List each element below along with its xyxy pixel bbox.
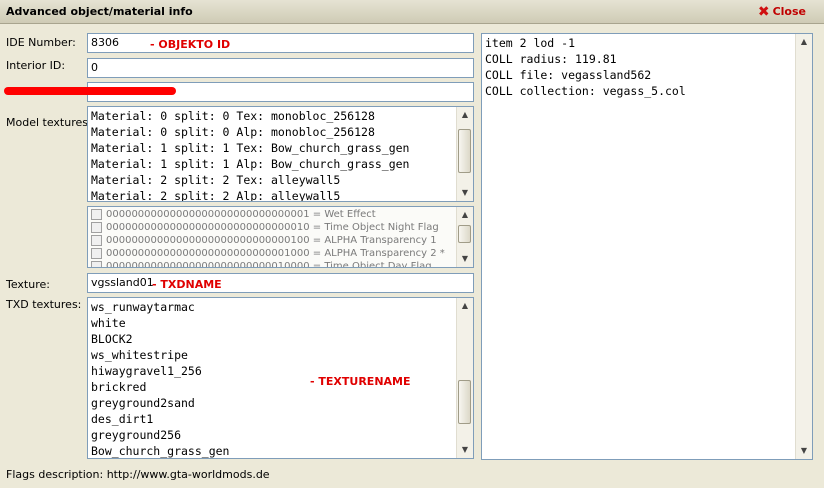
flag-label: 00000000000000000000000000010000 = Time … bbox=[106, 261, 432, 268]
flag-item[interactable]: 00000000000000000000000000000010 = Time … bbox=[88, 221, 473, 234]
model-textures-scrollbar[interactable]: ▲ ▼ bbox=[456, 107, 473, 201]
scroll-down-icon[interactable]: ▼ bbox=[796, 444, 812, 458]
model-texture-item: Material: 0 split: 0 Alp: monobloc_25612… bbox=[91, 125, 375, 139]
txd-textures-label: TXD textures: bbox=[6, 298, 82, 311]
flag-label: 00000000000000000000000000001000 = ALPHA… bbox=[106, 248, 445, 259]
model-textures-list[interactable]: Material: 0 split: 0 Tex: monobloc_25612… bbox=[87, 106, 474, 202]
model-texture-item: Material: 1 split: 1 Tex: Bow_church_gra… bbox=[91, 141, 410, 155]
info-content: item 2 lod -1 COLL radius: 119.81 COLL fil… bbox=[482, 34, 812, 100]
scroll-down-icon[interactable]: ▼ bbox=[457, 186, 473, 200]
texture-label: Texture: bbox=[6, 278, 50, 291]
scroll-down-icon[interactable]: ▼ bbox=[457, 252, 473, 266]
texturename-annotation: - TEXTURENAME bbox=[310, 375, 411, 388]
flags-list[interactable]: 00000000000000000000000000000001 = Wet E… bbox=[87, 206, 474, 268]
flag-checkbox[interactable] bbox=[91, 248, 102, 259]
scroll-down-icon[interactable]: ▼ bbox=[457, 443, 473, 457]
txd-texture-item: brickred bbox=[91, 380, 147, 394]
scroll-thumb[interactable] bbox=[458, 380, 471, 424]
texture-value: vgssland01 bbox=[91, 276, 154, 289]
txd-texture-item: BLOCK2 bbox=[91, 332, 133, 346]
title-bar: Advanced object/material info ✖ Close bbox=[0, 0, 824, 24]
flag-item[interactable]: 00000000000000000000000000000001 = Wet E… bbox=[88, 208, 473, 221]
txd-texture-item: greyground2sand bbox=[91, 396, 195, 410]
model-textures-content: Material: 0 split: 0 Tex: monobloc_25612… bbox=[88, 107, 473, 202]
scroll-up-icon[interactable]: ▲ bbox=[457, 108, 473, 122]
txd-texture-item: des_dirt1 bbox=[91, 412, 154, 426]
info-line: COLL radius: 119.81 bbox=[485, 52, 617, 66]
interior-id-value: 0 bbox=[91, 61, 98, 74]
txd-textures-content: ws_runwaytarmacwhite BLOCK2 ws_whitestripe… bbox=[88, 298, 473, 458]
close-label: Close bbox=[772, 5, 806, 18]
ide-number-label: IDE Number: bbox=[6, 36, 76, 49]
close-icon: ✖ bbox=[757, 3, 770, 20]
flag-checkbox[interactable] bbox=[91, 235, 102, 246]
flags-content: 00000000000000000000000000000001 = Wet E… bbox=[88, 207, 473, 268]
interior-id-field[interactable]: 0 bbox=[87, 58, 474, 78]
model-texture-item: Material: 2 split: 2 Tex: alleywall5 bbox=[91, 173, 341, 187]
info-panel[interactable]: item 2 lod -1 COLL radius: 119.81 COLL fil… bbox=[481, 33, 813, 460]
flag-item[interactable]: 00000000000000000000000000000100 = ALPHA… bbox=[88, 234, 473, 247]
redaction-mark bbox=[4, 87, 176, 95]
txd-texture-item: hiwaygravel1_256 bbox=[91, 364, 202, 378]
info-line: item 2 lod -1 bbox=[485, 36, 576, 50]
flags-scrollbar[interactable]: ▲ ▼ bbox=[456, 207, 473, 267]
flag-item[interactable]: 00000000000000000000000000001000 = ALPHA… bbox=[88, 247, 473, 260]
flag-label: 00000000000000000000000000000001 = Wet E… bbox=[106, 209, 376, 220]
txd-texture-item: white bbox=[91, 316, 126, 330]
scroll-up-icon[interactable]: ▲ bbox=[457, 208, 473, 222]
info-line: COLL collection: vegass_5.col bbox=[485, 84, 686, 98]
interior-id-label: Interior ID: bbox=[6, 59, 66, 72]
txd-textures-scrollbar[interactable]: ▲ ▼ bbox=[456, 298, 473, 458]
flag-checkbox[interactable] bbox=[91, 222, 102, 233]
ide-number-value: 8306 bbox=[91, 36, 119, 49]
ide-number-field[interactable]: 8306 bbox=[87, 33, 474, 53]
txdname-annotation: - TXDNAME bbox=[152, 278, 222, 291]
flag-checkbox[interactable] bbox=[91, 209, 102, 220]
scroll-up-icon[interactable]: ▲ bbox=[457, 299, 473, 313]
txd-textures-list[interactable]: ws_runwaytarmacwhite BLOCK2 ws_whitestripe… bbox=[87, 297, 474, 459]
close-button[interactable]: ✖ Close bbox=[757, 3, 806, 20]
scroll-thumb[interactable] bbox=[458, 225, 471, 243]
txd-texture-item: ws_whitestripe bbox=[91, 348, 188, 362]
model-textures-label: Model textures: bbox=[6, 116, 92, 129]
flags-description: Flags description: http://www.gta-worldm… bbox=[6, 468, 270, 481]
window-title: Advanced object/material info bbox=[6, 5, 193, 18]
txd-texture-item: greyground256 bbox=[91, 428, 182, 442]
scroll-thumb[interactable] bbox=[458, 129, 471, 173]
flag-checkbox[interactable] bbox=[91, 261, 102, 267]
txd-texture-item: Bow_church_grass_gen bbox=[91, 444, 230, 458]
scroll-up-icon[interactable]: ▲ bbox=[796, 35, 812, 49]
texture-field[interactable]: vgssland01 bbox=[87, 273, 474, 293]
model-texture-item: Material: 0 split: 0 Tex: monobloc_25612… bbox=[91, 109, 375, 123]
txd-texture-item: ws_runwaytarmac bbox=[91, 300, 195, 314]
model-texture-item: Material: 2 split: 2 Alp: alleywall5 bbox=[91, 189, 341, 202]
info-line: COLL file: vegassland562 bbox=[485, 68, 652, 82]
flag-item[interactable]: 00000000000000000000000000010000 = Time … bbox=[88, 260, 473, 268]
flag-label: 00000000000000000000000000000010 = Time … bbox=[106, 222, 439, 233]
flag-label: 00000000000000000000000000000100 = ALPHA… bbox=[106, 235, 437, 246]
model-texture-item: Material: 1 split: 1 Alp: Bow_church_gra… bbox=[91, 157, 410, 171]
objekto-id-annotation: - OBJEKTO ID bbox=[150, 38, 231, 51]
info-scrollbar[interactable]: ▲ ▼ bbox=[795, 34, 812, 459]
